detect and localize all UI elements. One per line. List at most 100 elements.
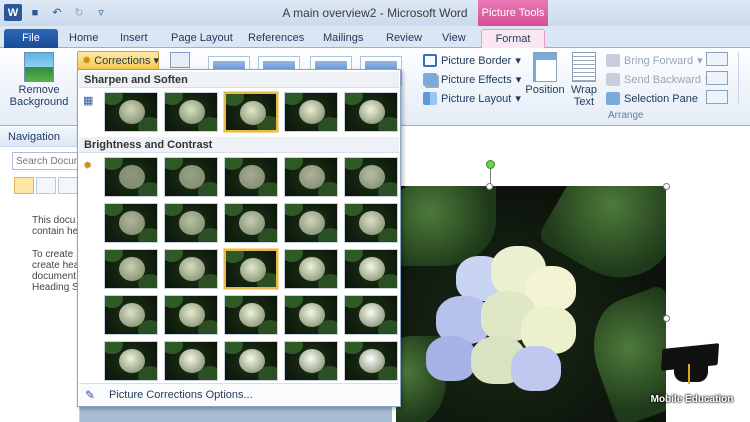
sharpen-thumbnail[interactable]: [104, 92, 158, 132]
corrections-icon: ✹: [82, 55, 92, 67]
remove-background-label-2: Background: [9, 96, 69, 108]
brightness-contrast-thumbnail[interactable]: [164, 295, 218, 335]
rotate-icon[interactable]: [706, 90, 728, 104]
align-icon[interactable]: [706, 52, 728, 66]
picture-border-button[interactable]: Picture Border ▾: [423, 52, 521, 69]
tab-home[interactable]: Home: [69, 29, 98, 48]
send-backward-label: Send Backward: [624, 73, 702, 86]
brightness-contrast-thumbnail[interactable]: [344, 341, 398, 381]
selection-pane-icon: [606, 92, 620, 105]
sharpen-section-title: Sharpen and Soften: [84, 74, 188, 86]
resize-handle[interactable]: [663, 183, 670, 190]
graduation-cap-base: [674, 362, 708, 382]
picture-effects-icon: [423, 73, 437, 86]
chevron-down-icon: ▾: [515, 55, 521, 67]
selection-pane-button[interactable]: Selection Pane: [606, 90, 698, 107]
sharpen-thumbnail[interactable]: [344, 92, 398, 132]
sharpen-thumbnail[interactable]: [223, 91, 279, 133]
brightness-contrast-thumbnail[interactable]: [284, 295, 338, 335]
rotation-handle[interactable]: [486, 160, 495, 169]
tab-insert[interactable]: Insert: [120, 29, 148, 48]
artistic-effects-icon[interactable]: [170, 52, 190, 68]
navigation-help-text-1: This docu contain he: [32, 215, 79, 237]
brightness-contrast-thumbnail[interactable]: [164, 157, 218, 197]
bring-forward-button[interactable]: Bring Forward ▾: [606, 52, 703, 69]
corrections-label: Corrections: [94, 54, 151, 67]
bring-forward-icon: [606, 54, 620, 67]
picture-layout-button[interactable]: Picture Layout ▾: [423, 90, 521, 107]
chevron-down-icon: ▾: [697, 55, 703, 67]
position-label: Position: [525, 84, 565, 96]
tab-mailings[interactable]: Mailings: [323, 29, 363, 48]
brightness-contrast-thumbnail[interactable]: [164, 249, 218, 289]
picture-corrections-options-icon: ✎: [85, 387, 96, 402]
brightness-contrast-thumbnail[interactable]: [284, 203, 338, 243]
resize-handle[interactable]: [486, 183, 493, 190]
navigation-title: Navigation: [0, 127, 79, 147]
tab-format[interactable]: Format: [481, 29, 545, 49]
navigation-search-input[interactable]: Search Docum: [12, 152, 87, 170]
remove-background-button[interactable]: Remove Background: [8, 52, 70, 108]
selected-picture[interactable]: [396, 186, 666, 422]
picture-corrections-options-item[interactable]: ✎ Picture Corrections Options...: [79, 383, 399, 405]
browse-results-tab[interactable]: [58, 177, 78, 194]
graduation-cap-tassel: [688, 364, 690, 384]
bring-forward-label: Bring Forward: [624, 54, 694, 67]
brightness-contrast-thumbnail[interactable]: [344, 157, 398, 197]
brightness-contrast-thumbnail[interactable]: [284, 249, 338, 289]
wrap-text-label-2: Text: [573, 96, 595, 108]
send-backward-icon: [606, 73, 620, 86]
brightness-contrast-thumbnail[interactable]: [104, 341, 158, 381]
browse-headings-tab[interactable]: [14, 177, 34, 194]
wrap-text-button[interactable]: Wrap Text: [566, 52, 602, 108]
brightness-contrast-thumbnail[interactable]: [104, 203, 158, 243]
wrap-text-icon: [572, 52, 596, 82]
tab-view[interactable]: View: [442, 29, 466, 48]
arrange-group-label: Arrange: [608, 110, 644, 121]
remove-background-label-1: Remove: [18, 84, 60, 96]
picture-effects-button[interactable]: Picture Effects ▾: [423, 71, 521, 88]
sharpen-thumbnail[interactable]: [164, 92, 218, 132]
brightness-contrast-thumbnail[interactable]: [284, 157, 338, 197]
resize-handle[interactable]: [663, 315, 670, 322]
tab-file[interactable]: File: [4, 29, 58, 48]
picture-corrections-options-label: Picture Corrections Options...: [109, 388, 253, 401]
picture-border-icon: [423, 54, 437, 67]
browse-pages-tab[interactable]: [36, 177, 56, 194]
corrections-gallery: Sharpen and Soften ▦ Brightness and Cont…: [77, 69, 401, 407]
ribbon-tabs: File Home Insert Page Layout References …: [0, 26, 750, 49]
brightness-contrast-thumbnail[interactable]: [224, 295, 278, 335]
position-button[interactable]: Position: [523, 52, 567, 96]
brightness-contrast-thumbnail[interactable]: [104, 295, 158, 335]
sharpen-thumbnail[interactable]: [284, 92, 338, 132]
sharpen-icon: ▦: [83, 95, 94, 107]
brightness-contrast-thumbnail[interactable]: [104, 249, 158, 289]
picture-border-label: Picture Border: [441, 54, 512, 67]
send-backward-button[interactable]: Send Backward ▾: [606, 71, 711, 88]
brightness-contrast-thumbnail[interactable]: [224, 341, 278, 381]
brightness-contrast-thumbnail[interactable]: [164, 203, 218, 243]
tab-references[interactable]: References: [248, 29, 304, 48]
tab-review[interactable]: Review: [386, 29, 422, 48]
brightness-contrast-thumbnail[interactable]: [224, 157, 278, 197]
brightness-contrast-thumbnail[interactable]: [344, 249, 398, 289]
brightness-contrast-thumbnail[interactable]: [104, 157, 158, 197]
brightness-section-title: Brightness and Contrast: [84, 139, 213, 151]
remove-background-icon: [24, 52, 54, 82]
picture-tools-label: Picture Tools: [478, 0, 548, 26]
group-icon[interactable]: [706, 71, 728, 85]
corrections-button[interactable]: ✹ Corrections ▾: [77, 51, 159, 70]
navigation-view-tabs: [14, 177, 78, 194]
brightness-contrast-thumbnail[interactable]: [284, 341, 338, 381]
brightness-contrast-thumbnail[interactable]: [344, 203, 398, 243]
mobile-education-watermark: Mobile Education: [642, 342, 742, 412]
brightness-contrast-thumbnail[interactable]: [223, 248, 279, 290]
chevron-down-icon: ▾: [515, 74, 522, 86]
picture-layout-label: Picture Layout: [441, 92, 512, 105]
brightness-contrast-thumbnail[interactable]: [344, 295, 398, 335]
tab-page-layout[interactable]: Page Layout: [171, 29, 233, 48]
brightness-contrast-thumbnail[interactable]: [164, 341, 218, 381]
window-title: A main overview2 - Microsoft Word: [282, 6, 468, 20]
picture-layout-icon: [423, 92, 437, 105]
brightness-contrast-thumbnail[interactable]: [224, 203, 278, 243]
